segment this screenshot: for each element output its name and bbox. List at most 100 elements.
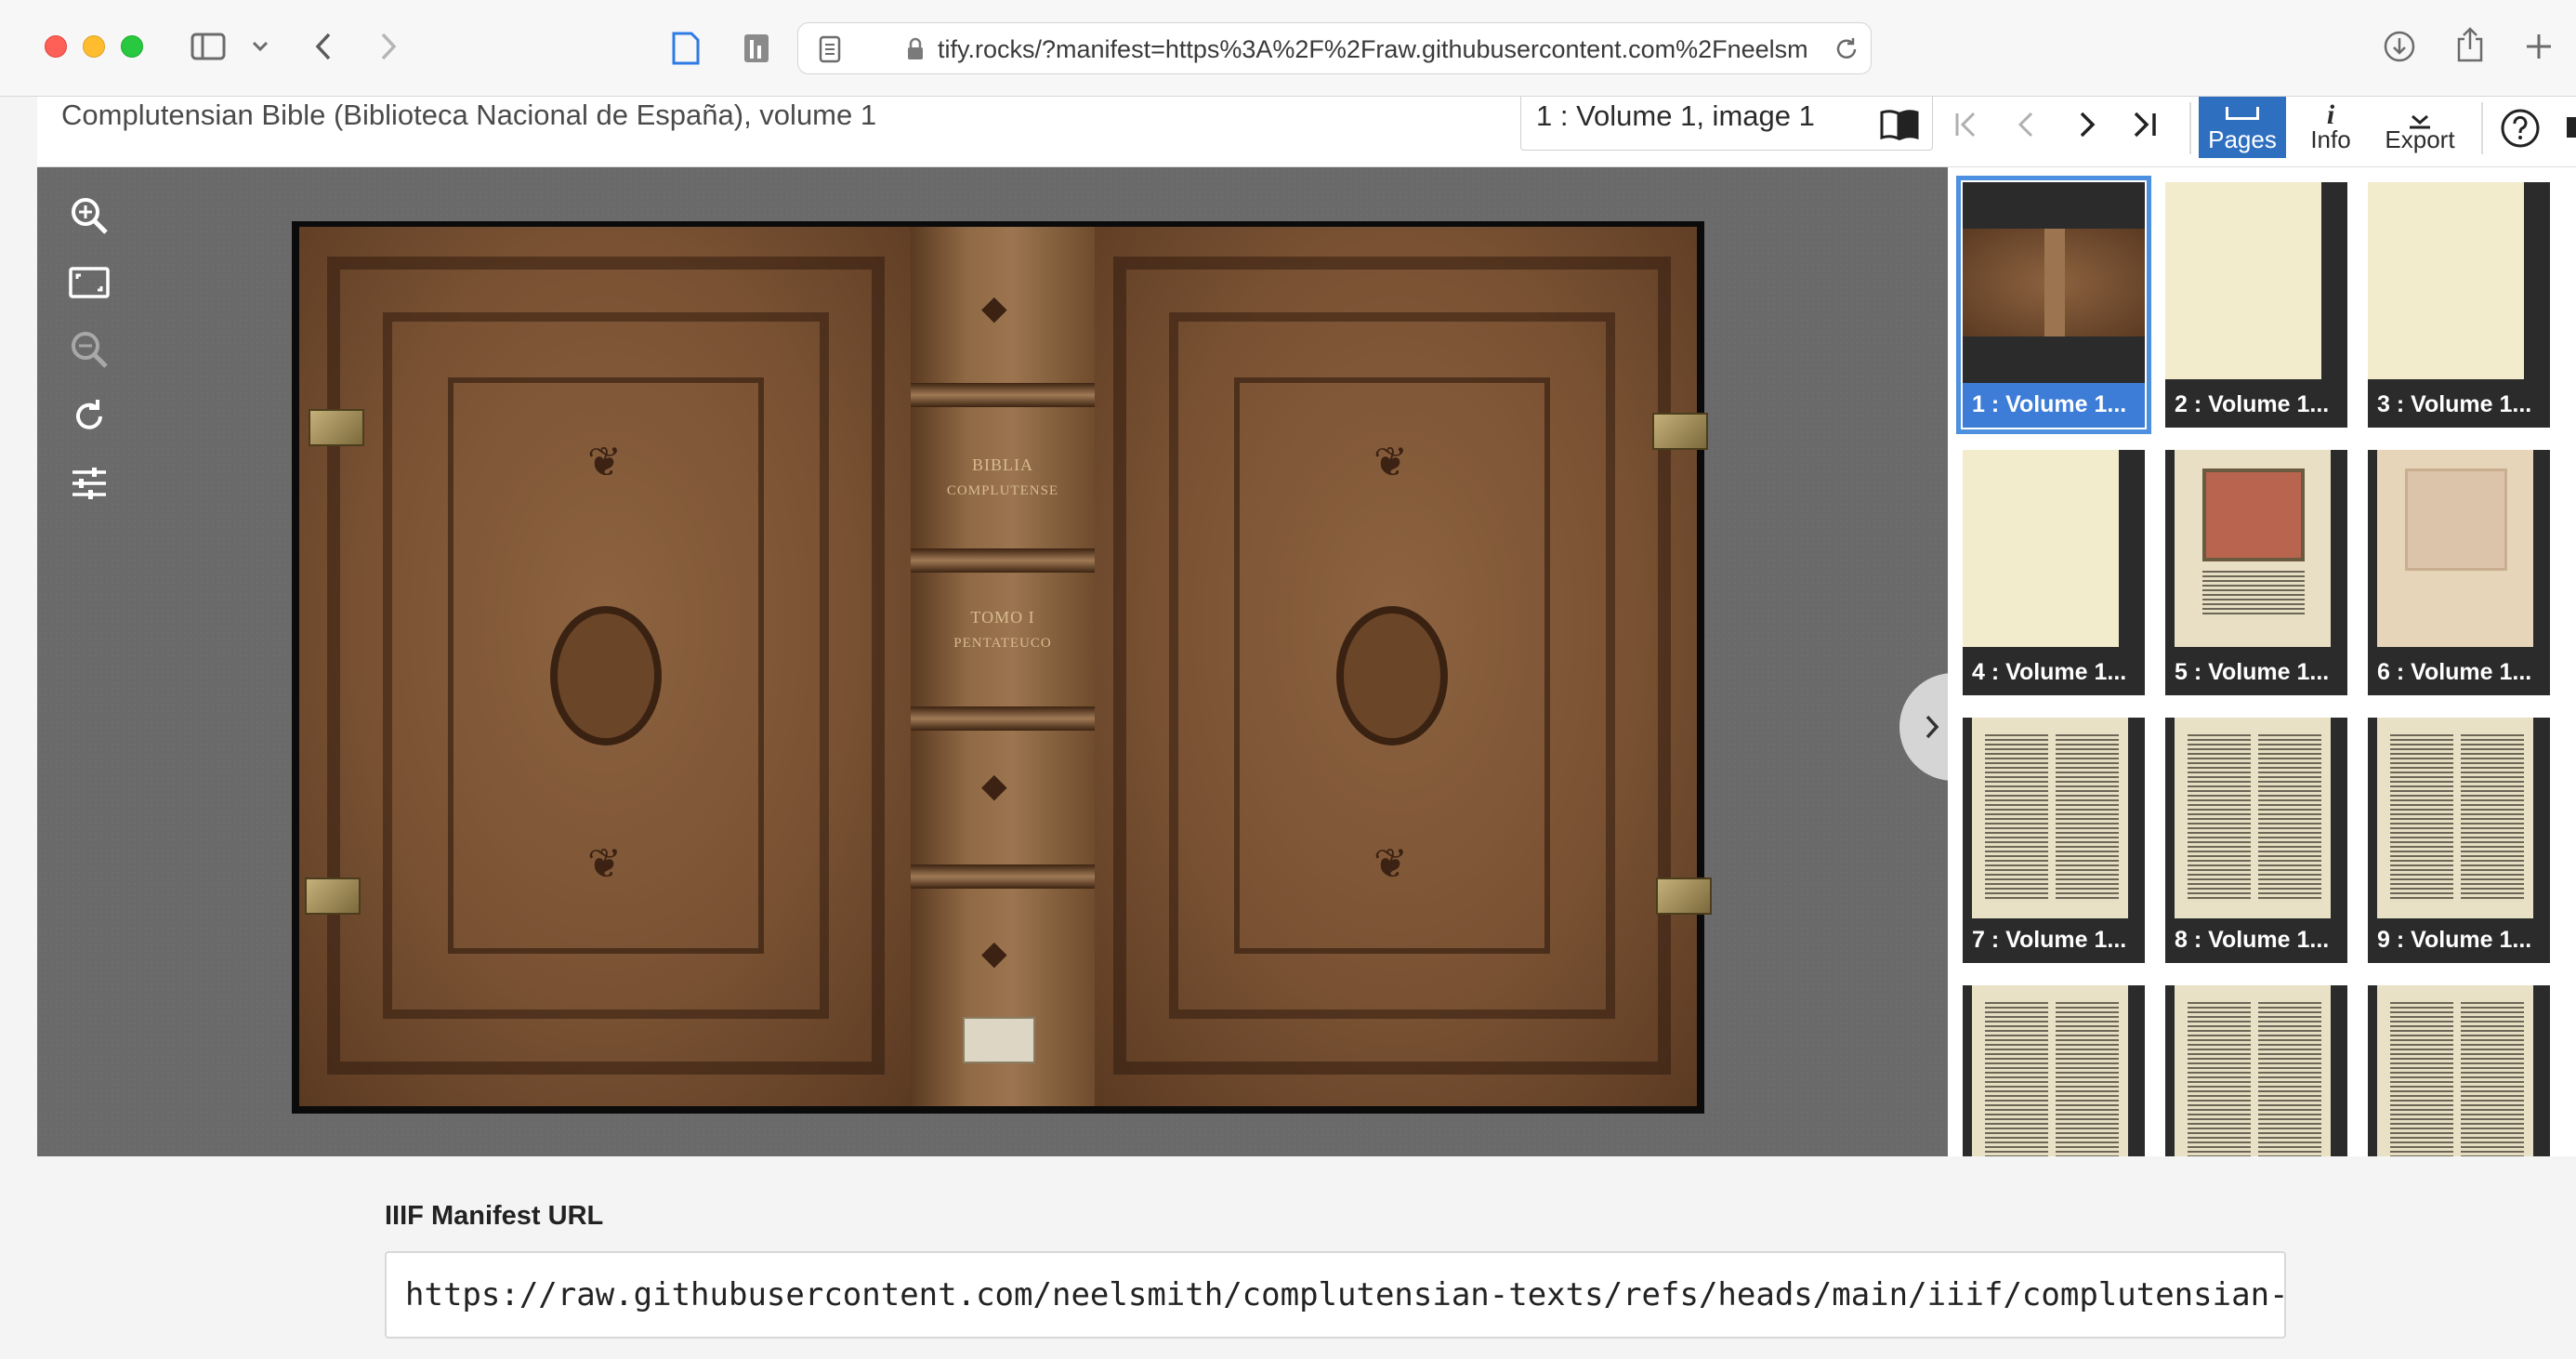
thumbnail[interactable]: 7 : Volume 1... [1963,718,2145,963]
first-page-button[interactable] [1946,97,1987,152]
sidebar-toggle-icon[interactable] [188,28,229,65]
thumbnail-image [2165,450,2347,647]
back-board: ❦ ❦ [1095,227,1712,1106]
thumbnail-image [2368,182,2550,379]
spine-title: BIBLIA [972,455,1033,474]
spine-band [911,706,1095,731]
downloads-icon[interactable] [2381,28,2418,65]
fleuron-ornament: ❦ [587,440,622,485]
thumbnail[interactable]: 3 : Volume 1... [2368,182,2550,428]
new-tab-icon[interactable] [2520,28,2557,65]
fleuron-ornament: ◆ [981,933,1007,971]
thumbnail[interactable]: 5 : Volume 1... [2165,450,2347,695]
thumbnail[interactable]: 2 : Volume 1... [2165,182,2347,428]
fit-to-screen-icon[interactable] [59,253,119,312]
thumbnail-label: 8 : Volume 1... [2165,918,2347,963]
clasp [305,877,361,915]
tify-viewer: Complutensian Bible (Biblioteca Nacional… [37,97,2576,1156]
chevron-down-icon[interactable] [247,33,273,59]
thumbnail-image [1963,718,2145,931]
manifest-url-label: IIIF Manifest URL [385,1201,604,1231]
filters-icon[interactable] [59,454,119,513]
tab-export-label: Export [2385,125,2455,153]
thumbnail[interactable]: 1 : Volume 1... [1956,176,2151,434]
pages-icon [2226,107,2259,120]
tab-pages[interactable]: Pages [2199,97,2286,158]
thumbnail[interactable]: 9 : Volume 1... [2368,718,2550,963]
thumbnail[interactable]: 6 : Volume 1... [2368,450,2550,695]
thumbnail-image [2368,985,2550,1156]
fullscreen-icon[interactable] [2567,117,2576,138]
front-board: ❦ ❦ [299,227,911,1106]
shelf-label [963,1017,1035,1063]
thumbnail[interactable] [2165,985,2347,1156]
reader-icon[interactable] [815,34,845,64]
thumbnail-image [2368,450,2550,647]
zoom-in-icon[interactable] [59,186,119,245]
book-icon[interactable] [1878,106,1921,143]
thumbnail-image [2165,985,2347,1156]
thumbnail[interactable]: 8 : Volume 1... [2165,718,2347,963]
last-page-button[interactable] [2123,97,2167,152]
thumbnail-label: 4 : Volume 1... [1963,651,2145,695]
spine: BIBLIA COMPLUTENSE TOMO I PENTATEUCO ◆ ◆… [911,227,1095,1106]
spine-band [911,864,1095,889]
close-window-button[interactable] [45,35,67,58]
thumbnail-image [2165,182,2347,379]
spine-volume: PENTATEUCO [953,636,1052,651]
fleuron-ornament: ❦ [1373,440,1408,485]
zoom-out-icon[interactable] [59,320,119,379]
spine-title: COMPLUTENSE [946,483,1059,498]
rotate-icon[interactable] [59,387,119,446]
manifest-url-input[interactable]: https://raw.githubusercontent.com/neelsm… [385,1251,2286,1339]
manifest-url-value: https://raw.githubusercontent.com/neelsm… [405,1276,2286,1313]
thumbnail-label: 6 : Volume 1... [2368,651,2550,695]
zoom-window-button[interactable] [121,35,143,58]
clasp [1656,877,1712,915]
book-cover-image: ❦ ❦ BIBLIA COMPLUTENSE TOMO I PENTATEUCO… [292,221,1712,1114]
spine-band [911,383,1095,407]
web-page: Complutensian Bible (Biblioteca Nacional… [37,97,2576,1359]
thumbnail-label: 2 : Volume 1... [2165,383,2347,428]
tab-info[interactable]: i Info [2293,97,2368,158]
thumbnail-label: 9 : Volume 1... [2368,918,2550,963]
lock-icon [902,35,928,63]
previous-page-button[interactable] [2005,97,2046,152]
browser-toolbar: tify.rocks/?manifest=https%3A%2F%2Fraw.g… [0,0,2576,97]
viewer-header: Complutensian Bible (Biblioteca Nacional… [37,97,2576,167]
page-select-value: 1 : Volume 1, image 1 [1536,99,1815,132]
thumbnail-image [1963,450,2145,647]
thumbnail-label: 7 : Volume 1... [1963,918,2145,963]
share-icon[interactable] [2451,24,2489,65]
reload-icon[interactable] [1832,34,1861,64]
image-viewer[interactable]: ❦ ❦ BIBLIA COMPLUTENSE TOMO I PENTATEUCO… [37,167,1965,1156]
url-text: tify.rocks/?manifest=https%3A%2F%2Fraw.g… [938,35,1808,63]
help-button[interactable] [2496,100,2544,156]
thumbnail-image [1963,182,2145,379]
thumbnail[interactable] [1963,985,2145,1156]
thumbnail-label: 1 : Volume 1... [1963,383,2145,428]
thumbnail[interactable]: 4 : Volume 1... [1963,450,2145,695]
coat-of-arms [1336,606,1448,745]
fleuron-ornament: ❦ [1373,841,1408,887]
page-select[interactable]: 1 : Volume 1, image 1 [1520,97,1933,151]
coat-of-arms [550,606,662,745]
thumbnail-label: 5 : Volume 1... [2165,651,2347,695]
thumbnail-image [2165,718,2347,931]
thumbnails-panel[interactable]: 1 : Volume 1... 2 : Volume 1... 3 : Volume… [1948,167,2576,1156]
next-page-button[interactable] [2067,97,2108,152]
back-icon[interactable] [307,28,340,65]
spine-volume: TOMO I [970,608,1035,627]
export-icon [2407,107,2433,129]
thumbnail[interactable] [2368,985,2550,1156]
minimize-window-button[interactable] [83,35,105,58]
fleuron-ornament: ◆ [981,288,1007,326]
extension-icon[interactable] [738,28,775,69]
forward-icon[interactable] [372,28,405,65]
info-icon: i [2326,99,2335,130]
fleuron-ornament: ◆ [981,766,1007,804]
tab-export[interactable]: Export [2373,97,2466,158]
document-icon[interactable] [667,28,704,69]
tab-pages-label: Pages [2208,125,2277,153]
address-bar[interactable]: tify.rocks/?manifest=https%3A%2F%2Fraw.g… [797,22,1872,74]
